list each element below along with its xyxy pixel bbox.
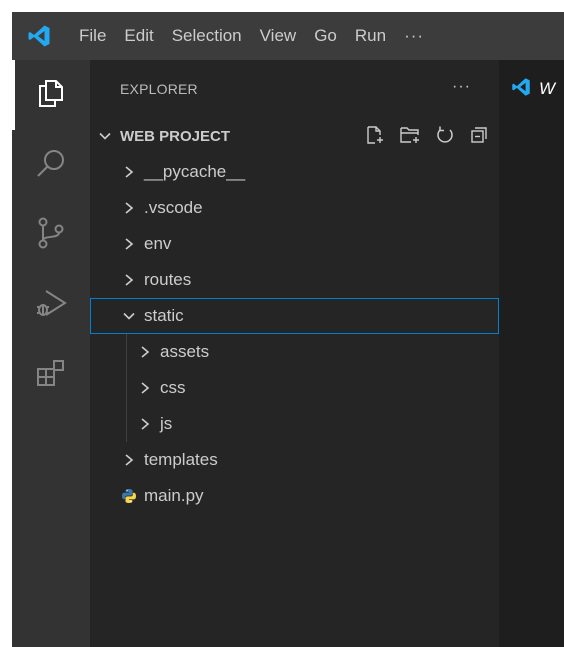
editor-tabs: W xyxy=(499,60,564,118)
run-debug-icon xyxy=(34,286,68,325)
tree-item-templates[interactable]: templates xyxy=(90,442,499,478)
tree-item-label: main.py xyxy=(144,486,204,505)
tree-item-main-py[interactable]: main.py xyxy=(90,478,499,514)
tree-item-routes[interactable]: routes xyxy=(90,262,499,298)
editor-area: W xyxy=(499,60,564,647)
chevron-right-icon xyxy=(136,417,154,431)
title-bar: File Edit Selection View Go Run ··· xyxy=(12,12,564,60)
activity-extensions[interactable] xyxy=(12,340,90,410)
collapse-all-icon[interactable] xyxy=(469,125,489,145)
tree-item-label: env xyxy=(144,234,172,253)
activity-run-debug[interactable] xyxy=(12,270,90,340)
menu-selection[interactable]: Selection xyxy=(163,12,251,60)
chevron-down-icon xyxy=(98,129,116,143)
activity-search[interactable] xyxy=(12,130,90,200)
tree-item-vscode[interactable]: .vscode xyxy=(90,190,499,226)
chevron-right-icon xyxy=(136,381,154,395)
source-control-icon xyxy=(36,217,66,254)
editor-tab-label: W xyxy=(539,79,556,98)
refresh-icon[interactable] xyxy=(435,125,455,145)
chevron-right-icon xyxy=(120,237,138,251)
project-section-header[interactable]: WEB PROJECT xyxy=(90,118,499,154)
chevron-right-icon xyxy=(136,345,154,359)
extensions-icon xyxy=(35,357,67,394)
indent-guide xyxy=(126,370,127,406)
menu-edit[interactable]: Edit xyxy=(115,12,162,60)
project-title: WEB PROJECT xyxy=(120,127,231,145)
tree-item-js[interactable]: js xyxy=(90,406,499,442)
chevron-right-icon xyxy=(120,165,138,179)
section-actions xyxy=(365,125,489,145)
menu-run[interactable]: Run xyxy=(346,12,395,60)
explorer-header: EXPLORER ··· xyxy=(90,60,499,118)
tree-item-assets[interactable]: assets xyxy=(90,334,499,370)
new-file-icon[interactable] xyxy=(365,125,385,145)
menu-view[interactable]: View xyxy=(251,12,306,60)
chevron-right-icon xyxy=(120,201,138,215)
menu-file[interactable]: File xyxy=(70,12,115,60)
vscode-tab-icon xyxy=(511,77,531,102)
tree-item-label: static xyxy=(144,306,184,325)
chevron-right-icon xyxy=(120,453,138,467)
tree-item-static[interactable]: static xyxy=(90,298,499,334)
activity-bar xyxy=(12,60,90,647)
explorer-more-button[interactable]: ··· xyxy=(452,78,471,96)
tree-item-env[interactable]: env xyxy=(90,226,499,262)
chevron-down-icon xyxy=(120,309,138,323)
python-file-icon xyxy=(120,488,138,504)
new-folder-icon[interactable] xyxy=(399,125,421,145)
search-icon xyxy=(35,147,67,184)
tree-item-css[interactable]: css xyxy=(90,370,499,406)
indent-guide xyxy=(126,334,127,370)
vscode-window: File Edit Selection View Go Run ··· EXPL… xyxy=(12,12,564,647)
tree-item-label: js xyxy=(160,414,173,433)
tree-item-label: css xyxy=(160,378,186,397)
activity-explorer[interactable] xyxy=(12,60,90,130)
file-tree: __pycache__ .vscode env routes static as… xyxy=(90,154,499,514)
explorer-sidebar: EXPLORER ··· WEB PROJECT __pycache__ .vs… xyxy=(90,60,499,647)
tree-item-label: assets xyxy=(160,342,210,361)
tree-item-pycache[interactable]: __pycache__ xyxy=(90,154,499,190)
indent-guide xyxy=(126,406,127,442)
editor-tab[interactable]: W xyxy=(499,60,564,118)
tree-item-label: templates xyxy=(144,450,218,469)
activity-source-control[interactable] xyxy=(12,200,90,270)
vscode-logo-icon xyxy=(26,23,52,49)
explorer-title: EXPLORER xyxy=(120,81,198,97)
tree-item-label: __pycache__ xyxy=(144,162,246,181)
tree-item-label: routes xyxy=(144,270,192,289)
chevron-right-icon xyxy=(120,273,138,287)
files-icon xyxy=(37,78,65,113)
menu-more[interactable]: ··· xyxy=(395,12,433,60)
menu-go[interactable]: Go xyxy=(305,12,346,60)
tree-item-label: .vscode xyxy=(144,198,203,217)
